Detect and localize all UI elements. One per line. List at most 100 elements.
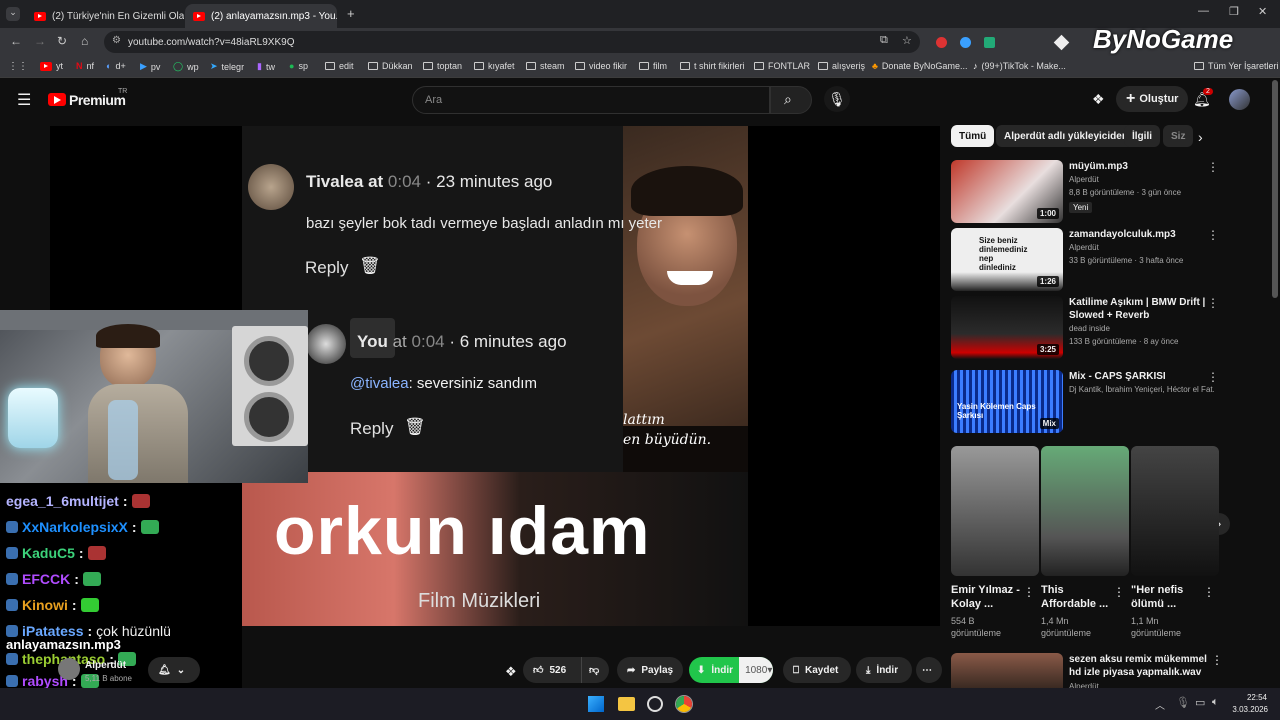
more-icon[interactable]: ⋮ (1207, 296, 1219, 310)
tray-chevron-icon[interactable]: ︿ (1155, 697, 1165, 712)
window-close-icon[interactable]: ✕ (1258, 5, 1267, 18)
display-tray-icon[interactable]: ▭ (1195, 696, 1205, 709)
premium-logo[interactable]: Premium (69, 92, 126, 108)
more-icon[interactable]: ⋮ (1211, 653, 1223, 667)
extension-icon[interactable] (960, 37, 971, 48)
shield-icon[interactable]: ❖ (1092, 91, 1105, 108)
home-icon[interactable]: ⌂ (81, 34, 88, 48)
scrollbar[interactable] (1272, 80, 1278, 298)
clock-date[interactable]: 3.03.2026 (1228, 705, 1268, 714)
extension-icon[interactable] (1053, 34, 1070, 51)
rec-channel[interactable]: dead inside (1069, 324, 1214, 333)
clock-time[interactable]: 22:54 (1233, 693, 1267, 702)
chrome-icon[interactable] (676, 696, 692, 712)
tab-search-icon[interactable]: ⌄ (6, 7, 20, 21)
tab-2[interactable]: (2) anlayamazsın.mp3 - You... ✕ (185, 4, 337, 28)
avatar[interactable] (1229, 89, 1250, 110)
short-thumbnail[interactable] (1131, 446, 1219, 576)
chips-next-icon[interactable]: › (1198, 129, 1203, 145)
tab-1[interactable]: (2) Türkiye'nin En Gizemli Olay... ✕ (26, 4, 184, 28)
bookmark-item[interactable]: ◐ d+ (106, 61, 126, 71)
rec-thumbnail[interactable]: Size beniz dinlemediniz nep dinlediniz 1… (951, 228, 1063, 291)
install-icon[interactable]: ⧉ (880, 34, 888, 47)
bookmark-item[interactable]: ▮ tw (257, 61, 275, 72)
rec-channel[interactable]: Alperdüt (1069, 175, 1214, 184)
mic-tray-icon[interactable]: 🎙︎ (1176, 696, 1190, 709)
bookmark-item[interactable]: edit (325, 61, 354, 71)
site-info-icon[interactable]: ⚙ (112, 35, 121, 46)
more-icon[interactable]: ⋮ (1207, 160, 1219, 174)
rec-title[interactable]: müyüm.mp3 (1069, 160, 1209, 173)
rec-channel[interactable]: Dj Kantik, İbrahim Yeniçeri, Héctor el F… (1069, 385, 1214, 394)
bookmark-item[interactable]: Dükkan (368, 61, 413, 71)
chip-you[interactable]: Siz (1163, 125, 1193, 147)
bookmark-item[interactable]: steam (526, 61, 565, 71)
search-button[interactable]: ⌕ (770, 86, 812, 114)
bookmark-item[interactable]: ▶ pv (140, 61, 160, 72)
file-explorer-icon[interactable] (618, 697, 635, 711)
volume-icon[interactable]: 🔈︎ (1212, 696, 1219, 709)
menu-icon[interactable]: ☰ (17, 90, 31, 110)
last-rec-title[interactable]: sezen aksu remix mükemmel hd izle piyasa… (1069, 653, 1209, 679)
share-button[interactable]: ➦ Paylaş (617, 657, 683, 683)
apps-icon[interactable]: ⋮⋮ (8, 61, 28, 72)
bookmark-item[interactable]: t shirt fikirleri (680, 61, 745, 71)
more-icon[interactable]: ⋮ (1207, 370, 1219, 384)
search-input[interactable]: Ara (412, 86, 770, 114)
bookmark-item[interactable]: alışveriş (818, 61, 865, 71)
more-icon[interactable]: ⋮ (1023, 585, 1035, 599)
more-icon[interactable]: ⋮ (1207, 228, 1219, 242)
download-button-2[interactable]: ⤓ İndir (856, 657, 912, 683)
extension-icon[interactable] (936, 37, 947, 48)
bookmark-item[interactable]: Tüm Yer İşaretleri (1194, 61, 1279, 71)
like-button[interactable]: 👍︎ 526 (523, 657, 581, 683)
chip-all[interactable]: Tümü (951, 125, 995, 147)
recommendation-item[interactable]: 3:25 Katilime Aşıkım | BMW Drift | Slowe… (951, 296, 1221, 360)
short-title[interactable]: This Affordable ... (1041, 583, 1117, 611)
bookmark-item[interactable]: ● sp (289, 61, 308, 71)
save-button[interactable]: ⎕ Kaydet (783, 657, 851, 683)
short-thumbnail[interactable] (951, 446, 1039, 576)
chip-uploader[interactable]: Alperdüt adlı yükleyiciden (996, 125, 1136, 147)
download-button[interactable]: ⬇ İndir 1080 ▾ (689, 657, 773, 683)
bookmark-item[interactable]: ♪ (99+)TikTok - Make... (973, 61, 1066, 71)
rec-title[interactable]: zamandayolculuk.mp3 (1069, 228, 1209, 241)
rec-thumbnail[interactable]: 1:00 (951, 160, 1063, 223)
recommendation-item[interactable]: 1:00 müyüm.mp3 Alperdüt 8,8 B görüntülem… (951, 160, 1221, 224)
start-menu-icon[interactable] (588, 696, 604, 712)
bookmark-item[interactable]: toptan (423, 61, 462, 71)
recommendation-item[interactable]: Size beniz dinlemediniz nep dinlediniz 1… (951, 228, 1221, 292)
rec-title[interactable]: Katilime Aşıkım | BMW Drift | Slowed + R… (1069, 296, 1209, 322)
bookmark-item[interactable]: kıyafet (474, 61, 515, 71)
bookmark-item[interactable]: Nnf (76, 61, 94, 71)
dislike-button[interactable]: 👎︎ (581, 657, 609, 683)
bookmark-item[interactable]: film (639, 61, 667, 71)
subscription-bell-button[interactable]: 🔔︎ ⌄ (148, 657, 200, 683)
back-icon[interactable]: ← (10, 34, 22, 48)
more-icon[interactable]: ⋮ (1203, 585, 1215, 599)
forward-icon[interactable]: → (34, 34, 46, 48)
bookmark-item[interactable]: ◯ wp (173, 61, 199, 72)
rec-title[interactable]: Mix - CAPS ŞARKISI (1069, 370, 1209, 383)
short-thumbnail[interactable] (1041, 446, 1129, 576)
last-rec-thumb[interactable] (951, 653, 1063, 688)
short-title[interactable]: "Her nefis ölümü ... (1131, 583, 1207, 611)
create-button[interactable]: + Oluştur (1116, 86, 1189, 112)
new-tab-icon[interactable]: + (347, 6, 355, 21)
recommendation-item[interactable]: Yasin Kölemen Caps Şarkısı Mix Mix - CAP… (951, 370, 1221, 434)
url-bar[interactable]: ⚙ youtube.com/watch?v=48iaRL9XK9Q ⧉ ☆ (104, 31, 920, 53)
rec-channel[interactable]: Alperdüt (1069, 243, 1214, 252)
channel-name[interactable]: Alperdüt (85, 660, 126, 671)
extension-icon[interactable] (984, 37, 995, 48)
rec-thumbnail[interactable]: Yasin Kölemen Caps Şarkısı Mix (951, 370, 1063, 433)
maximize-icon[interactable]: ❐ (1229, 5, 1239, 18)
quality-selector[interactable]: 1080 ▾ (739, 657, 773, 683)
more-actions-button[interactable]: ⋯ (916, 657, 942, 683)
bookmark-item[interactable]: yt (40, 61, 63, 71)
bookmark-star-icon[interactable]: ☆ (902, 34, 912, 47)
app-icon[interactable] (647, 696, 663, 712)
reload-icon[interactable]: ↻ (57, 34, 67, 48)
bookmark-item[interactable]: ➤ telegr (210, 61, 244, 72)
rec-thumbnail[interactable]: 3:25 (951, 296, 1063, 359)
short-title[interactable]: Emir Yılmaz - Kolay ... (951, 583, 1027, 611)
